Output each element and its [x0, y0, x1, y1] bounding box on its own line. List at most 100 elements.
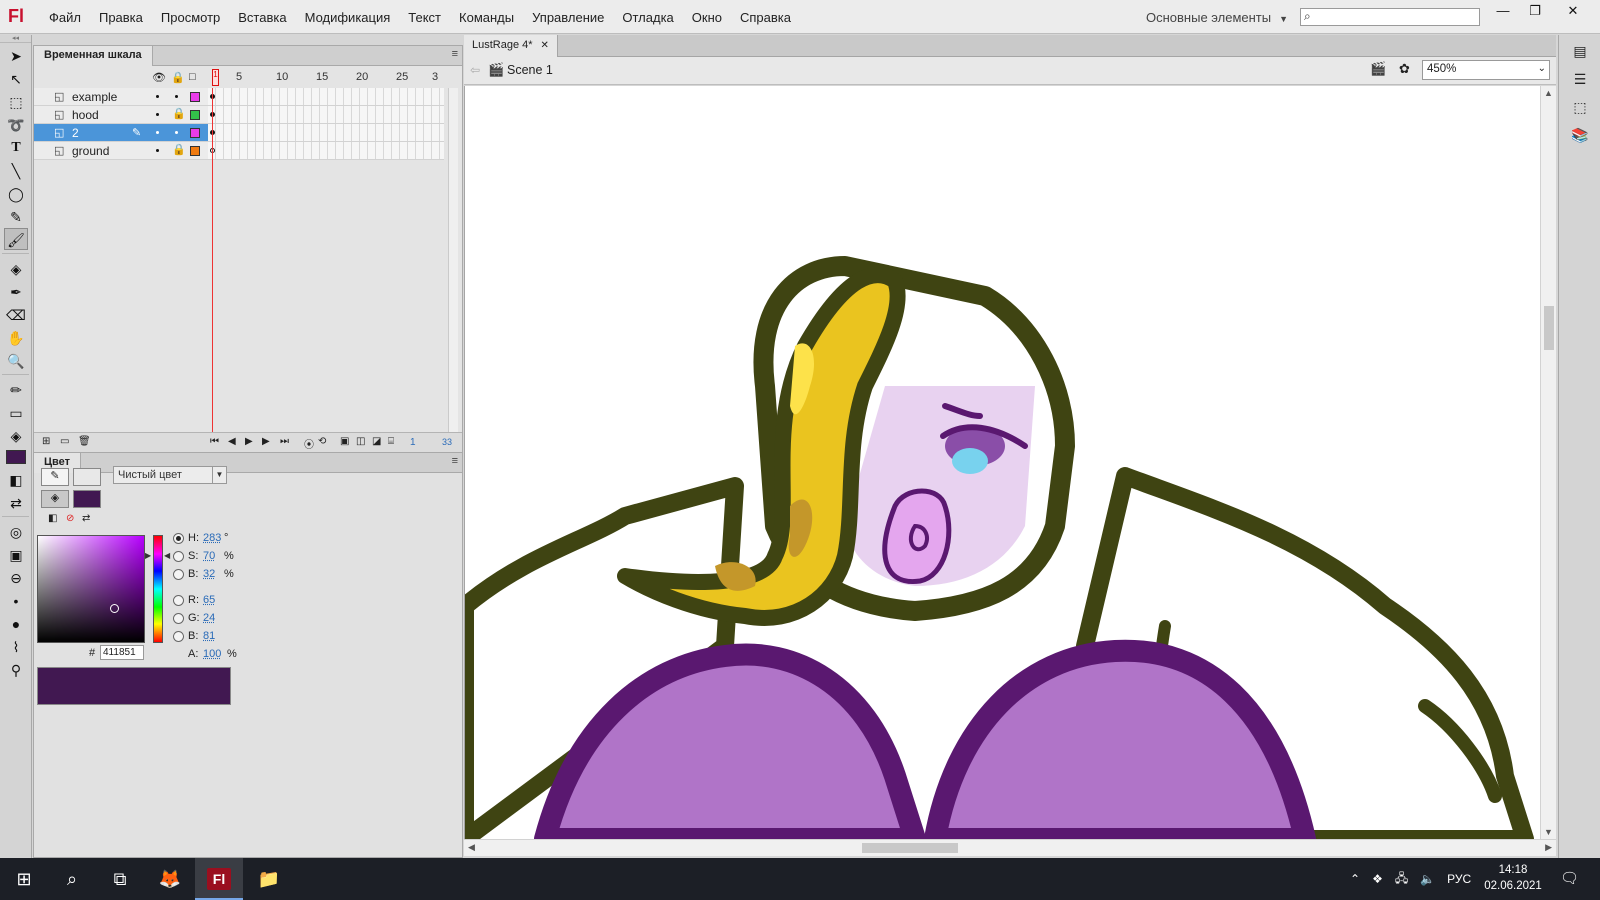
timeline-tab[interactable]: Временная шкала — [34, 46, 153, 66]
h-value[interactable]: 283 — [203, 532, 221, 544]
layer-row[interactable]: ◱ ground 🔒 — [34, 142, 209, 160]
firefox-icon[interactable]: 🦊 — [146, 858, 194, 900]
panel-grip[interactable]: ◂◂ — [0, 35, 31, 43]
zoom-select[interactable]: 450% ⌄ — [1422, 60, 1550, 80]
scroll-down-icon[interactable]: ▼ — [1544, 827, 1553, 837]
lock-icon[interactable]: 🔒 — [172, 107, 186, 120]
scene-name[interactable]: Scene 1 — [507, 63, 553, 77]
first-frame-icon[interactable]: ⏮ — [210, 436, 219, 447]
pressure-icon[interactable]: ⊖ — [4, 566, 28, 588]
radio-b[interactable] — [173, 569, 184, 580]
new-folder-icon[interactable]: ▭ — [60, 436, 69, 447]
align-panel-icon[interactable]: ☰ — [1566, 67, 1594, 91]
close-button[interactable]: ✕ — [1560, 2, 1586, 20]
edit-multiple-frames-icon[interactable]: ◪ — [372, 436, 381, 447]
menu-edit[interactable]: Правка — [90, 10, 152, 25]
scroll-right-icon[interactable]: ▶ — [1545, 842, 1552, 853]
pencil-tool-icon[interactable]: ✎ — [4, 205, 28, 227]
radio-blue[interactable] — [173, 631, 184, 642]
no-color-icon[interactable]: ⊘ — [66, 513, 74, 524]
swap-colors-icon[interactable]: ⇄ — [4, 491, 28, 513]
s-value[interactable]: 70 — [203, 550, 215, 562]
menu-insert[interactable]: Вставка — [229, 10, 295, 25]
fill-color-button[interactable]: ◈ — [41, 490, 69, 508]
r-value[interactable]: 65 — [203, 594, 215, 606]
menu-window[interactable]: Окно — [683, 10, 731, 25]
menu-help[interactable]: Справка — [731, 10, 800, 25]
layer-row[interactable]: ◱ hood 🔒 — [34, 106, 209, 124]
animate-taskbar-icon[interactable]: Fl — [195, 858, 243, 900]
properties-panel-icon[interactable]: ▤ — [1566, 39, 1594, 63]
fill-color-swatch[interactable] — [6, 450, 26, 464]
menu-text[interactable]: Текст — [399, 10, 450, 25]
loop-icon[interactable]: ⟲ — [318, 436, 326, 447]
layer-color-box[interactable] — [190, 110, 200, 120]
lock-fill-icon[interactable]: ▣ — [4, 543, 28, 565]
task-view-icon[interactable]: ⧉ — [96, 858, 144, 900]
oval-tool-icon[interactable]: ◯ — [4, 182, 28, 204]
menu-view[interactable]: Просмотр — [152, 10, 229, 25]
zoom-tool-icon[interactable]: 🔍 — [4, 349, 28, 371]
free-transform-tool-icon[interactable]: ⬚ — [4, 90, 28, 112]
selection-tool-icon[interactable]: ➤ — [4, 44, 28, 66]
layer-color-box[interactable] — [190, 128, 200, 138]
onion-skin-icon[interactable]: ▣ — [340, 436, 349, 447]
next-frame-icon[interactable]: ▶ — [262, 436, 270, 447]
search-input[interactable] — [1319, 10, 1477, 24]
center-frame-icon[interactable]: ⦿ — [304, 436, 314, 451]
line-tool-icon[interactable]: ╲ — [4, 159, 28, 181]
subselection-tool-icon[interactable]: ↖ — [4, 67, 28, 89]
panel-menu-icon[interactable]: ≡ — [452, 455, 458, 467]
edit-scene-icon[interactable]: 🎬 — [1370, 61, 1386, 77]
notification-icon[interactable]: 🗨 — [1560, 869, 1579, 887]
current-frame[interactable]: 1 — [410, 437, 416, 448]
file-explorer-icon[interactable]: 📁 — [245, 858, 293, 900]
scroll-thumb[interactable] — [862, 843, 958, 853]
hand-tool-icon[interactable]: ✋ — [4, 326, 28, 348]
library-panel-icon[interactable]: 📚 — [1566, 123, 1594, 147]
visibility-dot[interactable] — [156, 113, 159, 116]
lock-icon[interactable]: 🔒 — [172, 143, 186, 156]
playhead[interactable]: 1 — [212, 69, 219, 86]
stroke-color-swatch[interactable] — [73, 468, 101, 486]
menu-modify[interactable]: Модификация — [296, 10, 400, 25]
back-arrow-icon[interactable]: ⇦ — [470, 63, 480, 77]
alpha-value[interactable]: 100 — [203, 648, 221, 660]
delete-layer-icon[interactable]: 🗑 — [78, 436, 91, 447]
blue-value[interactable]: 81 — [203, 630, 215, 642]
visibility-dot[interactable] — [156, 131, 159, 134]
smoothing-icon[interactable]: ⚲ — [4, 658, 28, 680]
lasso-tool-icon[interactable]: ➰ — [4, 113, 28, 135]
b-value[interactable]: 32 — [203, 568, 215, 580]
brush-tool-icon[interactable]: 🖌 — [4, 228, 28, 250]
scroll-up-icon[interactable]: ▲ — [1544, 88, 1553, 98]
object-drawing-icon[interactable]: ◎ — [4, 520, 28, 542]
onion-outline-icon[interactable]: ◫ — [356, 436, 365, 447]
scroll-left-icon[interactable]: ◀ — [468, 842, 475, 853]
clock[interactable]: 14:18 02.06.2021 — [1478, 862, 1548, 894]
scroll-thumb[interactable] — [1544, 306, 1554, 350]
layer-color-box[interactable] — [190, 92, 200, 102]
brush-size-icon[interactable]: • — [4, 589, 28, 611]
stroke-color-button[interactable]: ✎ — [41, 468, 69, 486]
frame-row[interactable] — [208, 142, 444, 160]
brush-mode-icon[interactable]: ⌇ — [4, 635, 28, 657]
search-icon[interactable]: ⌕ — [48, 858, 96, 900]
frames-grid[interactable] — [208, 88, 444, 160]
text-tool-icon[interactable]: T — [4, 136, 28, 158]
timeline-scrollbar[interactable] — [448, 88, 458, 434]
color-type-select[interactable]: Чистый цвет ▼ — [113, 466, 227, 484]
workspace-switcher[interactable]: Основные элементы ▼ — [1146, 10, 1288, 25]
lock-dot[interactable] — [175, 95, 178, 98]
stroke-color-icon[interactable]: ✏ — [4, 378, 28, 400]
fill-color-swatch[interactable] — [73, 490, 101, 508]
brush-shape-icon[interactable]: ● — [4, 612, 28, 634]
volume-icon[interactable]: 🔈 — [1420, 872, 1435, 886]
show-all-layers-icon[interactable]: 👁 — [152, 71, 166, 84]
picker-cursor[interactable] — [110, 604, 119, 613]
frame-row[interactable] — [208, 106, 444, 124]
start-icon[interactable]: ⊞ — [0, 858, 48, 900]
menu-commands[interactable]: Команды — [450, 10, 523, 25]
lock-dot[interactable] — [175, 131, 178, 134]
document-tab[interactable]: LustRage 4* ✕ — [464, 35, 558, 57]
